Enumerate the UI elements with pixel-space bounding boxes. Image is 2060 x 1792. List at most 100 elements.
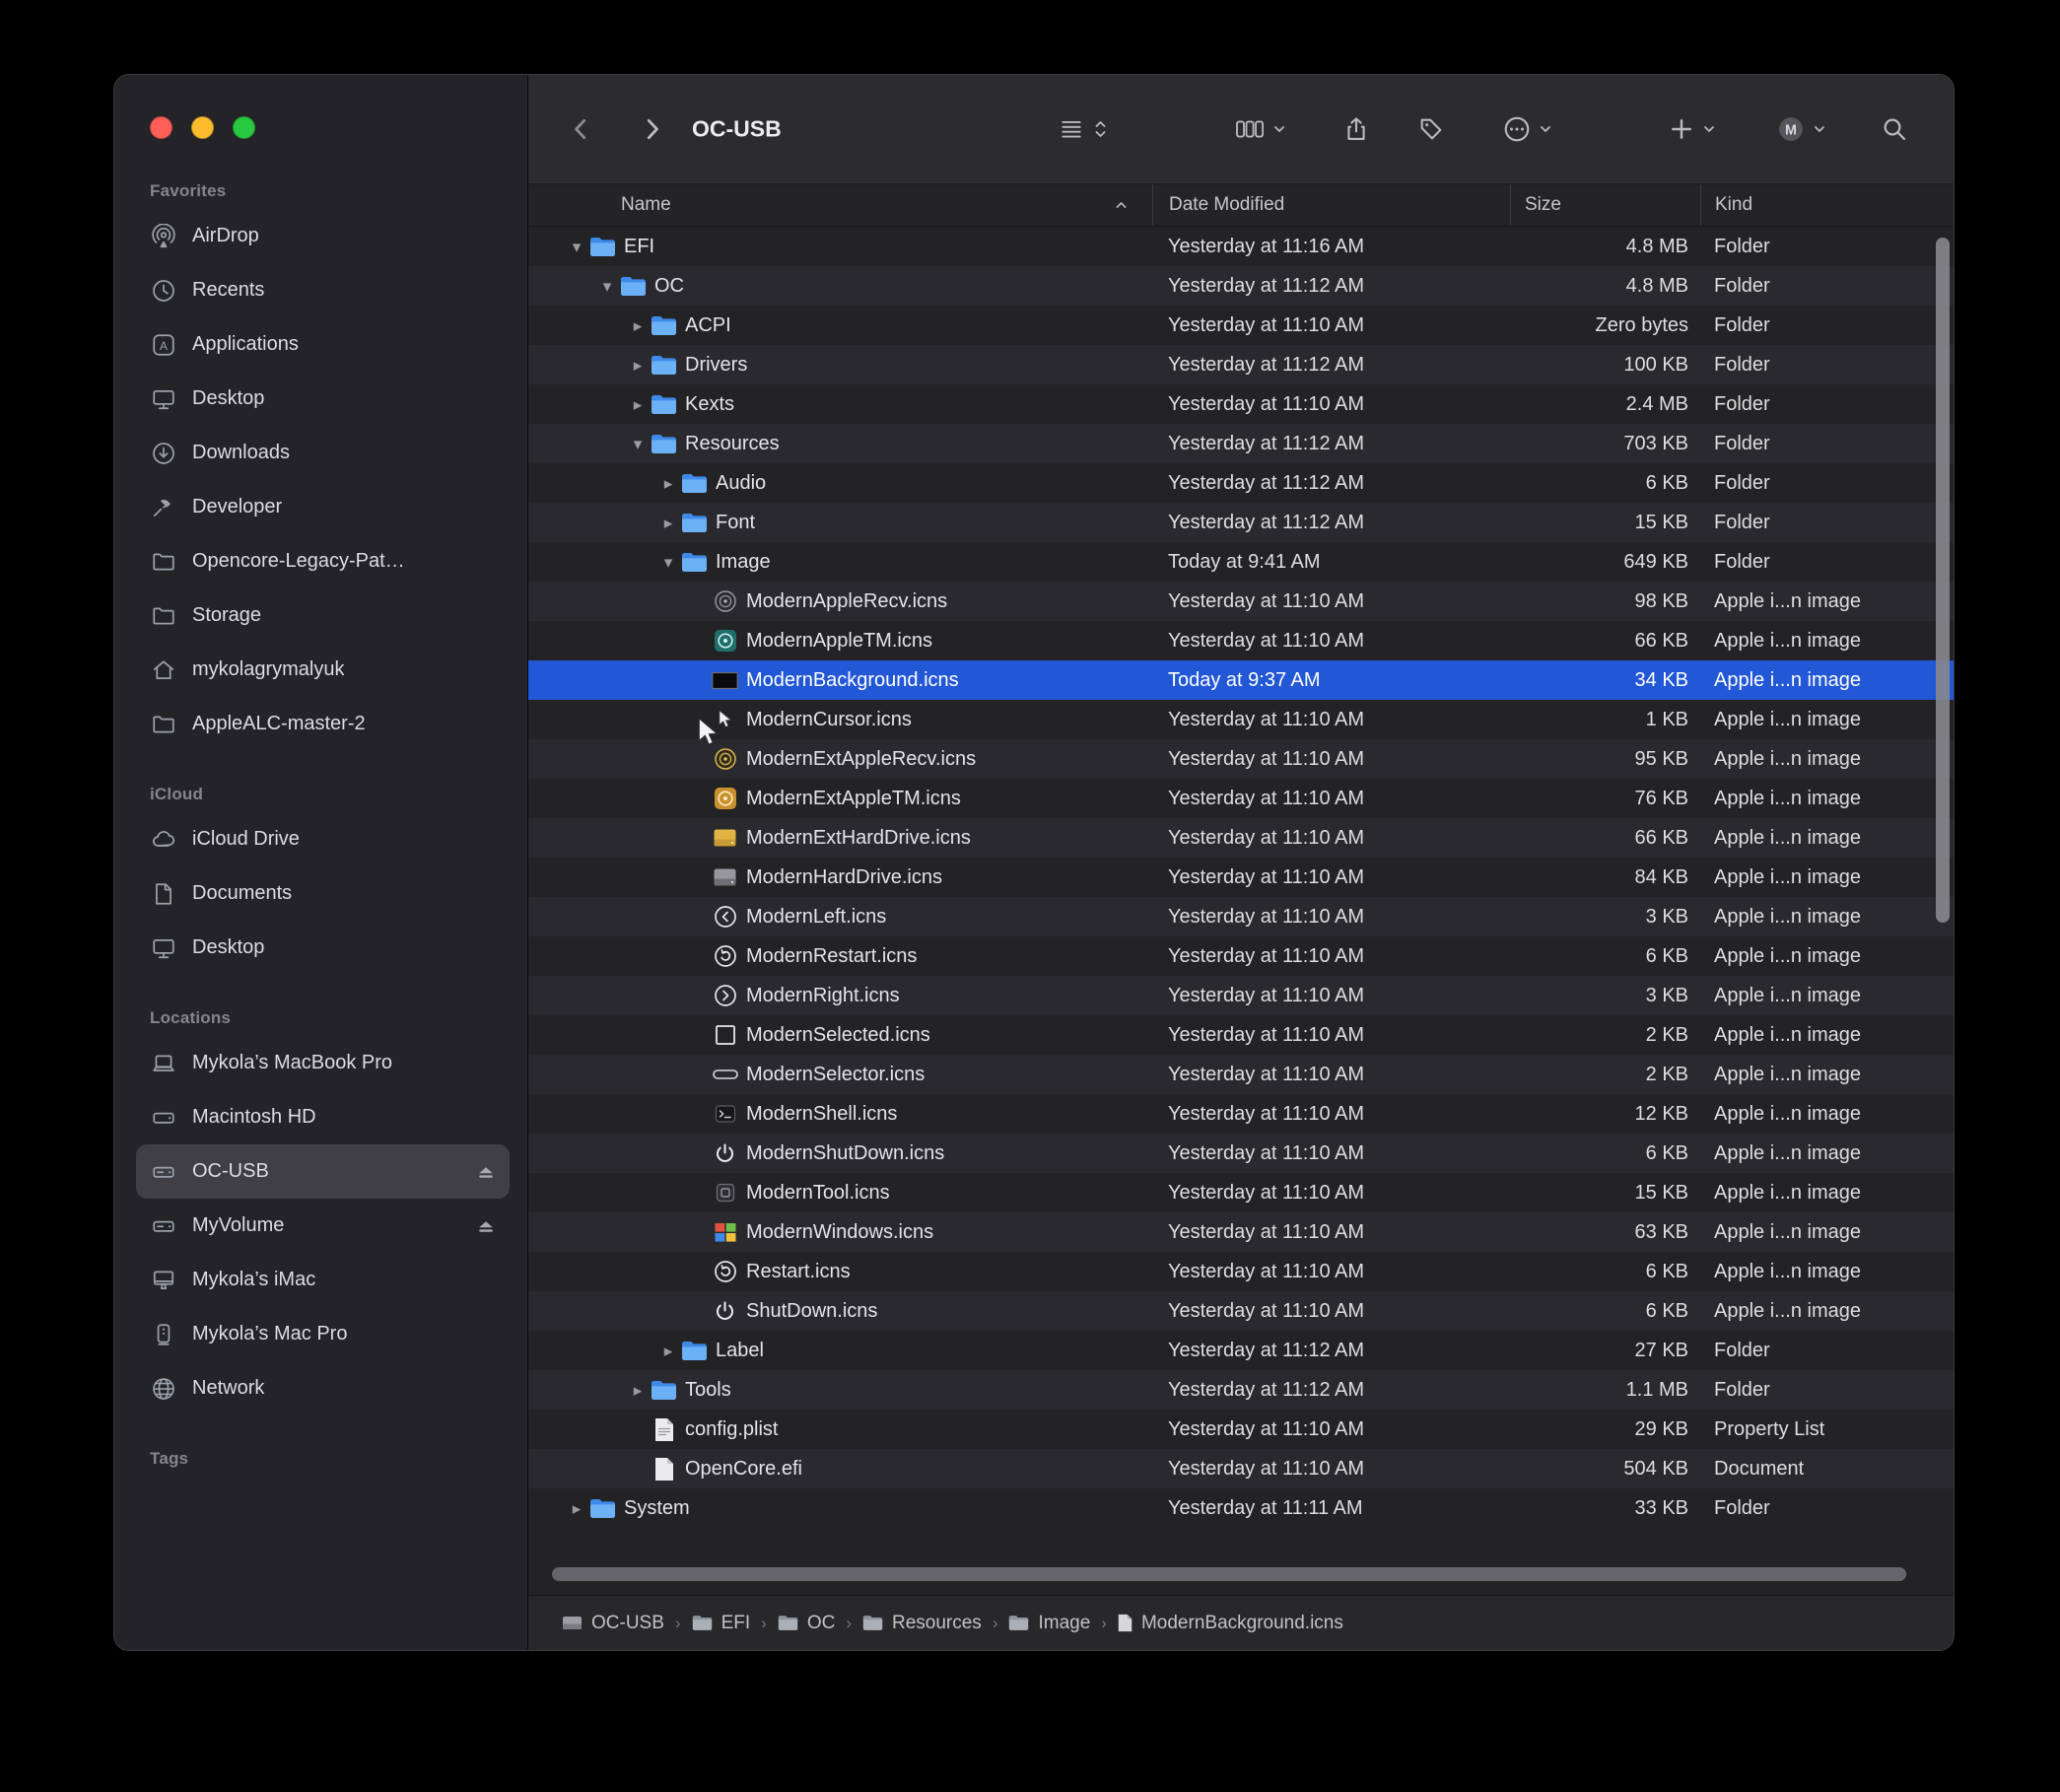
sidebar-item-icloud-drive[interactable]: iCloud Drive xyxy=(136,812,510,866)
sidebar-item-airdrop[interactable]: AirDrop xyxy=(136,209,510,263)
sidebar-item-developer[interactable]: Developer xyxy=(136,480,510,534)
eject-icon[interactable] xyxy=(474,1158,498,1186)
sidebar-item-applications[interactable]: AApplications xyxy=(136,317,510,372)
disclosure-triangle-open[interactable]: ▾ xyxy=(564,239,589,255)
file-row-system[interactable]: ▸SystemYesterday at 11:11 AM33 KBFolder xyxy=(528,1488,1954,1528)
group-by-icon xyxy=(1234,116,1266,142)
disclosure-triangle-closed[interactable]: ▸ xyxy=(625,357,651,374)
file-row-modernharddrive-icns[interactable]: ModernHardDrive.icnsYesterday at 11:10 A… xyxy=(528,858,1954,897)
account-button[interactable]: M xyxy=(1776,114,1826,144)
disclosure-triangle-open[interactable]: ▾ xyxy=(625,436,651,452)
file-row-modernappletm-icns[interactable]: ModernAppleTM.icnsYesterday at 11:10 AM6… xyxy=(528,621,1954,660)
sidebar-item-documents[interactable]: Documents xyxy=(136,866,510,921)
column-header-kind[interactable]: Kind xyxy=(1700,184,1954,226)
disclosure-triangle-open[interactable]: ▾ xyxy=(655,554,681,571)
file-row-tools[interactable]: ▸ToolsYesterday at 11:12 AM1.1 MBFolder xyxy=(528,1370,1954,1410)
sidebar-item-macintosh-hd[interactable]: Macintosh HD xyxy=(136,1090,510,1144)
file-row-restart-icns[interactable]: Restart.icnsYesterday at 11:10 AM6 KBApp… xyxy=(528,1252,1954,1291)
column-header-name[interactable]: Name xyxy=(528,184,1152,226)
file-row-shutdown-icns[interactable]: ShutDown.icnsYesterday at 11:10 AM6 KBAp… xyxy=(528,1291,1954,1331)
disclosure-triangle-closed[interactable]: ▸ xyxy=(655,515,681,531)
disclosure-triangle-closed[interactable]: ▸ xyxy=(655,475,681,492)
sidebar-item-mykola-s-imac[interactable]: Mykola’s iMac xyxy=(136,1253,510,1307)
sidebar-item-opencore-legacy-pat[interactable]: Opencore-Legacy-Pat… xyxy=(136,534,510,588)
path-item-resources[interactable]: Resources xyxy=(862,1613,982,1634)
file-row-modernextappletm-icns[interactable]: ModernExtAppleTM.icnsYesterday at 11:10 … xyxy=(528,779,1954,818)
file-row-config-plist[interactable]: config.plistYesterday at 11:10 AM29 KBPr… xyxy=(528,1410,1954,1449)
sidebar-item-mykola-s-mac-pro[interactable]: Mykola’s Mac Pro xyxy=(136,1307,510,1361)
path-item-oc[interactable]: OC xyxy=(778,1613,836,1634)
path-item-modernbackground-icns[interactable]: ModernBackground.icns xyxy=(1118,1613,1343,1634)
close-button[interactable] xyxy=(150,116,172,139)
file-row-font[interactable]: ▸FontYesterday at 11:12 AM15 KBFolder xyxy=(528,503,1954,542)
tags-button[interactable] xyxy=(1417,114,1445,144)
file-row-oc[interactable]: ▾OCYesterday at 11:12 AM4.8 MBFolder xyxy=(528,266,1954,306)
file-size: 100 KB xyxy=(1510,354,1700,377)
view-mode-button[interactable] xyxy=(1057,116,1108,142)
more-options-button[interactable] xyxy=(1502,114,1552,144)
search-button[interactable] xyxy=(1881,114,1908,144)
file-name: System xyxy=(624,1497,690,1520)
path-item-efi[interactable]: EFI xyxy=(692,1613,751,1634)
horizontal-scrollbar[interactable] xyxy=(552,1567,1906,1581)
file-row-image[interactable]: ▾ImageToday at 9:41 AM649 KBFolder xyxy=(528,542,1954,582)
column-header-size[interactable]: Size xyxy=(1510,184,1700,226)
group-button[interactable] xyxy=(1234,116,1286,142)
file-row-modernextapplerecv-icns[interactable]: ModernExtAppleRecv.icnsYesterday at 11:1… xyxy=(528,739,1954,779)
file-row-modernapplerecv-icns[interactable]: ModernAppleRecv.icnsYesterday at 11:10 A… xyxy=(528,582,1954,621)
sidebar-item-mykola-s-macbook-pro[interactable]: Mykola’s MacBook Pro xyxy=(136,1036,510,1090)
file-row-modernbackground-icns[interactable]: ModernBackground.icnsToday at 9:37 AM34 … xyxy=(528,660,1954,700)
disclosure-triangle-closed[interactable]: ▸ xyxy=(625,1382,651,1399)
eject-icon[interactable] xyxy=(474,1212,498,1240)
minimize-button[interactable] xyxy=(191,116,214,139)
file-row-moderntool-icns[interactable]: ModernTool.icnsYesterday at 11:10 AM15 K… xyxy=(528,1173,1954,1212)
file-row-modernrestart-icns[interactable]: ModernRestart.icnsYesterday at 11:10 AM6… xyxy=(528,936,1954,976)
file-row-resources[interactable]: ▾ResourcesYesterday at 11:12 AM703 KBFol… xyxy=(528,424,1954,463)
file-row-moderncursor-icns[interactable]: ModernCursor.icnsYesterday at 11:10 AM1 … xyxy=(528,700,1954,739)
file-row-modernshutdown-icns[interactable]: ModernShutDown.icnsYesterday at 11:10 AM… xyxy=(528,1134,1954,1173)
disclosure-triangle-closed[interactable]: ▸ xyxy=(655,1343,681,1359)
share-button[interactable] xyxy=(1342,114,1370,144)
file-kind: Apple i...n image xyxy=(1700,669,1954,692)
column-header-date-modified[interactable]: Date Modified xyxy=(1152,184,1510,226)
folder-gray-icon xyxy=(692,1615,713,1631)
disclosure-triangle-closed[interactable]: ▸ xyxy=(564,1500,589,1517)
file-row-modernselected-icns[interactable]: ModernSelected.icnsYesterday at 11:10 AM… xyxy=(528,1015,1954,1055)
sidebar-item-storage[interactable]: Storage xyxy=(136,588,510,643)
disclosure-triangle-closed[interactable]: ▸ xyxy=(625,396,651,413)
sidebar-item-recents[interactable]: Recents xyxy=(136,263,510,317)
folder-icon xyxy=(681,549,708,576)
sidebar-item-myvolume[interactable]: MyVolume xyxy=(136,1199,510,1253)
file-row-acpi[interactable]: ▸ACPIYesterday at 11:10 AMZero bytesFold… xyxy=(528,306,1954,345)
path-item-oc-usb[interactable]: OC-USB xyxy=(562,1613,664,1634)
file-row-modernselector-icns[interactable]: ModernSelector.icnsYesterday at 11:10 AM… xyxy=(528,1055,1954,1094)
sidebar-item-applealc-master-2[interactable]: AppleALC-master-2 xyxy=(136,697,510,751)
sidebar-item-desktop[interactable]: Desktop xyxy=(136,372,510,426)
file-row-label[interactable]: ▸LabelYesterday at 11:12 AM27 KBFolder xyxy=(528,1331,1954,1370)
disclosure-triangle-open[interactable]: ▾ xyxy=(594,278,620,295)
path-item-image[interactable]: Image xyxy=(1008,1613,1090,1634)
file-row-modernright-icns[interactable]: ModernRight.icnsYesterday at 11:10 AM3 K… xyxy=(528,976,1954,1015)
file-row-modernextharddrive-icns[interactable]: ModernExtHardDrive.icnsYesterday at 11:1… xyxy=(528,818,1954,858)
sidebar-item-downloads[interactable]: Downloads xyxy=(136,426,510,480)
vertical-scrollbar[interactable] xyxy=(1936,238,1950,923)
file-row-modernleft-icns[interactable]: ModernLeft.icnsYesterday at 11:10 AM3 KB… xyxy=(528,897,1954,936)
add-button[interactable] xyxy=(1668,115,1716,143)
tool-icon xyxy=(712,1180,738,1206)
file-row-modernwindows-icns[interactable]: ModernWindows.icnsYesterday at 11:10 AM6… xyxy=(528,1212,1954,1252)
file-row-drivers[interactable]: ▸DriversYesterday at 11:12 AM100 KBFolde… xyxy=(528,345,1954,384)
file-row-audio[interactable]: ▸AudioYesterday at 11:12 AM6 KBFolder xyxy=(528,463,1954,503)
forward-button[interactable] xyxy=(639,114,664,144)
sidebar-item-network[interactable]: Network xyxy=(136,1361,510,1415)
file-row-efi[interactable]: ▾EFIYesterday at 11:16 AM4.8 MBFolder xyxy=(528,227,1954,266)
back-button[interactable] xyxy=(569,114,594,144)
zoom-button[interactable] xyxy=(233,116,255,139)
sidebar-item-oc-usb[interactable]: OC-USB xyxy=(136,1144,510,1199)
file-row-modernshell-icns[interactable]: ModernShell.icnsYesterday at 11:10 AM12 … xyxy=(528,1094,1954,1134)
file-kind: Folder xyxy=(1700,236,1954,258)
file-row-opencore-efi[interactable]: OpenCore.efiYesterday at 11:10 AM504 KBD… xyxy=(528,1449,1954,1488)
sidebar-item-desktop[interactable]: Desktop xyxy=(136,921,510,975)
disclosure-triangle-closed[interactable]: ▸ xyxy=(625,317,651,334)
file-row-kexts[interactable]: ▸KextsYesterday at 11:10 AM2.4 MBFolder xyxy=(528,384,1954,424)
sidebar-item-mykolagrymalyuk[interactable]: mykolagrymalyuk xyxy=(136,643,510,697)
